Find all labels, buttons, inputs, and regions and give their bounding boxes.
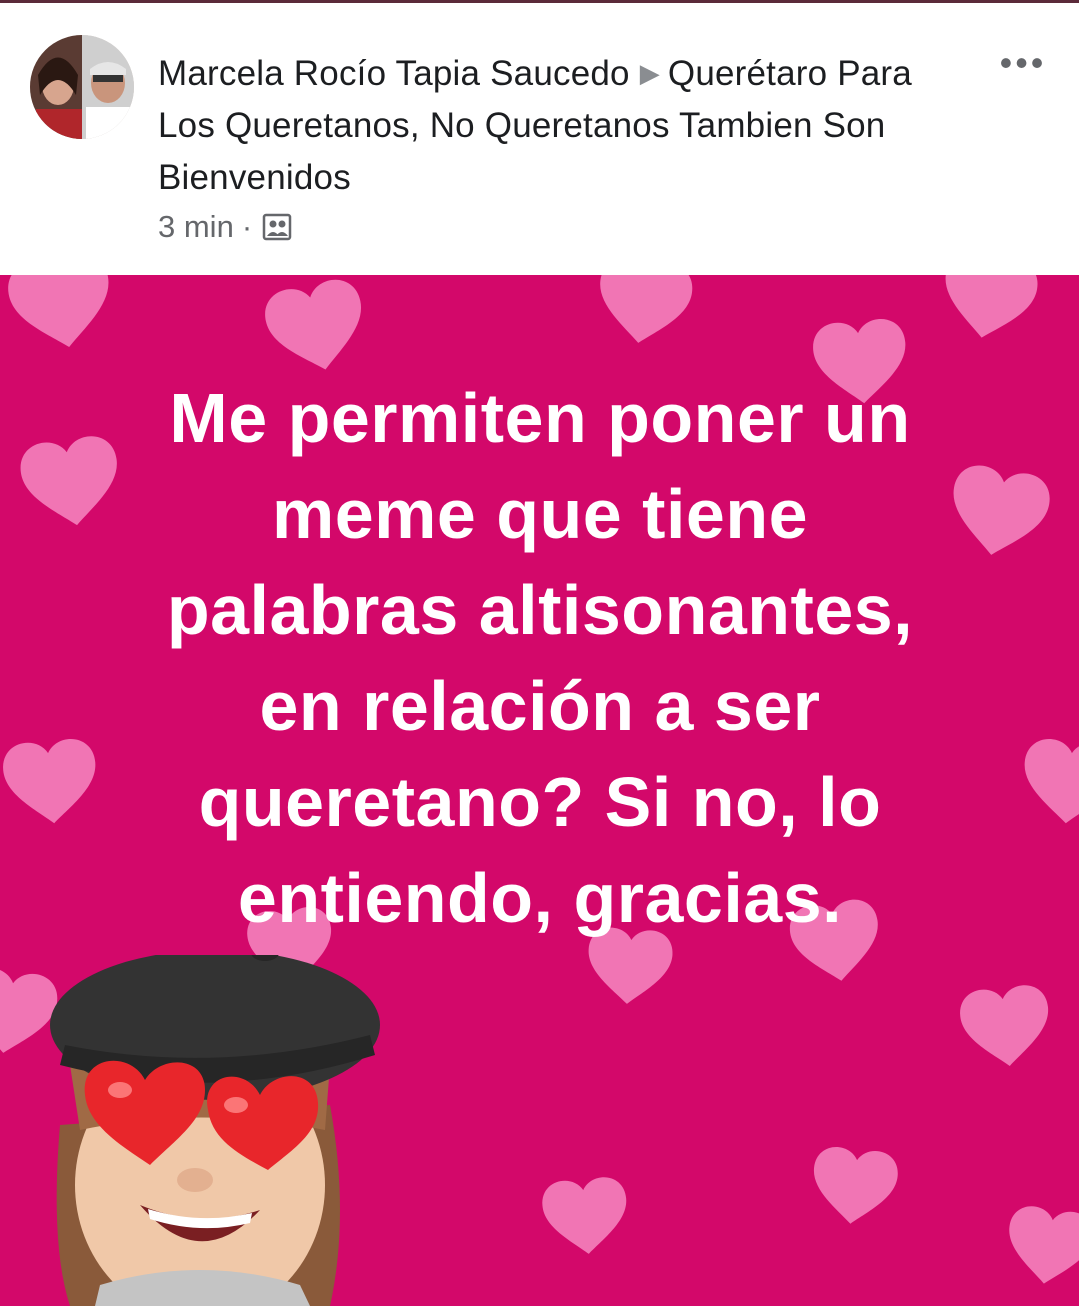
meme-caption: Me permiten poner un meme que tiene pala…: [60, 370, 1020, 946]
caption-line: en relación a ser: [259, 667, 821, 745]
caption-line: palabras altisonantes,: [166, 571, 914, 649]
caption-line: queretano? Si no, lo: [198, 763, 882, 841]
post-header: Marcela Rocío Tapia Saucedo ▶ Querétaro Pa…: [0, 3, 1079, 275]
more-options-icon[interactable]: •••: [993, 42, 1053, 83]
post-image[interactable]: Me permiten poner un meme que tiene pala…: [0, 275, 1079, 1306]
group-icon: [262, 212, 292, 242]
post-time[interactable]: 3 min: [158, 209, 234, 245]
triangle-right-icon: ▶: [639, 58, 660, 88]
caption-line: entiendo, gracias.: [237, 859, 843, 937]
author-avatar[interactable]: [30, 35, 134, 139]
post-title: Marcela Rocío Tapia Saucedo ▶ Querétaro Pa…: [158, 47, 958, 204]
heart-eyes-avatar: [50, 955, 380, 1306]
post-meta: 3 min ·: [158, 205, 292, 249]
caption-line: meme que tiene: [271, 475, 809, 553]
meta-separator: ·: [241, 209, 253, 244]
author-name[interactable]: Marcela Rocío Tapia Saucedo: [158, 54, 630, 93]
caption-line: Me permiten poner un: [169, 379, 911, 457]
